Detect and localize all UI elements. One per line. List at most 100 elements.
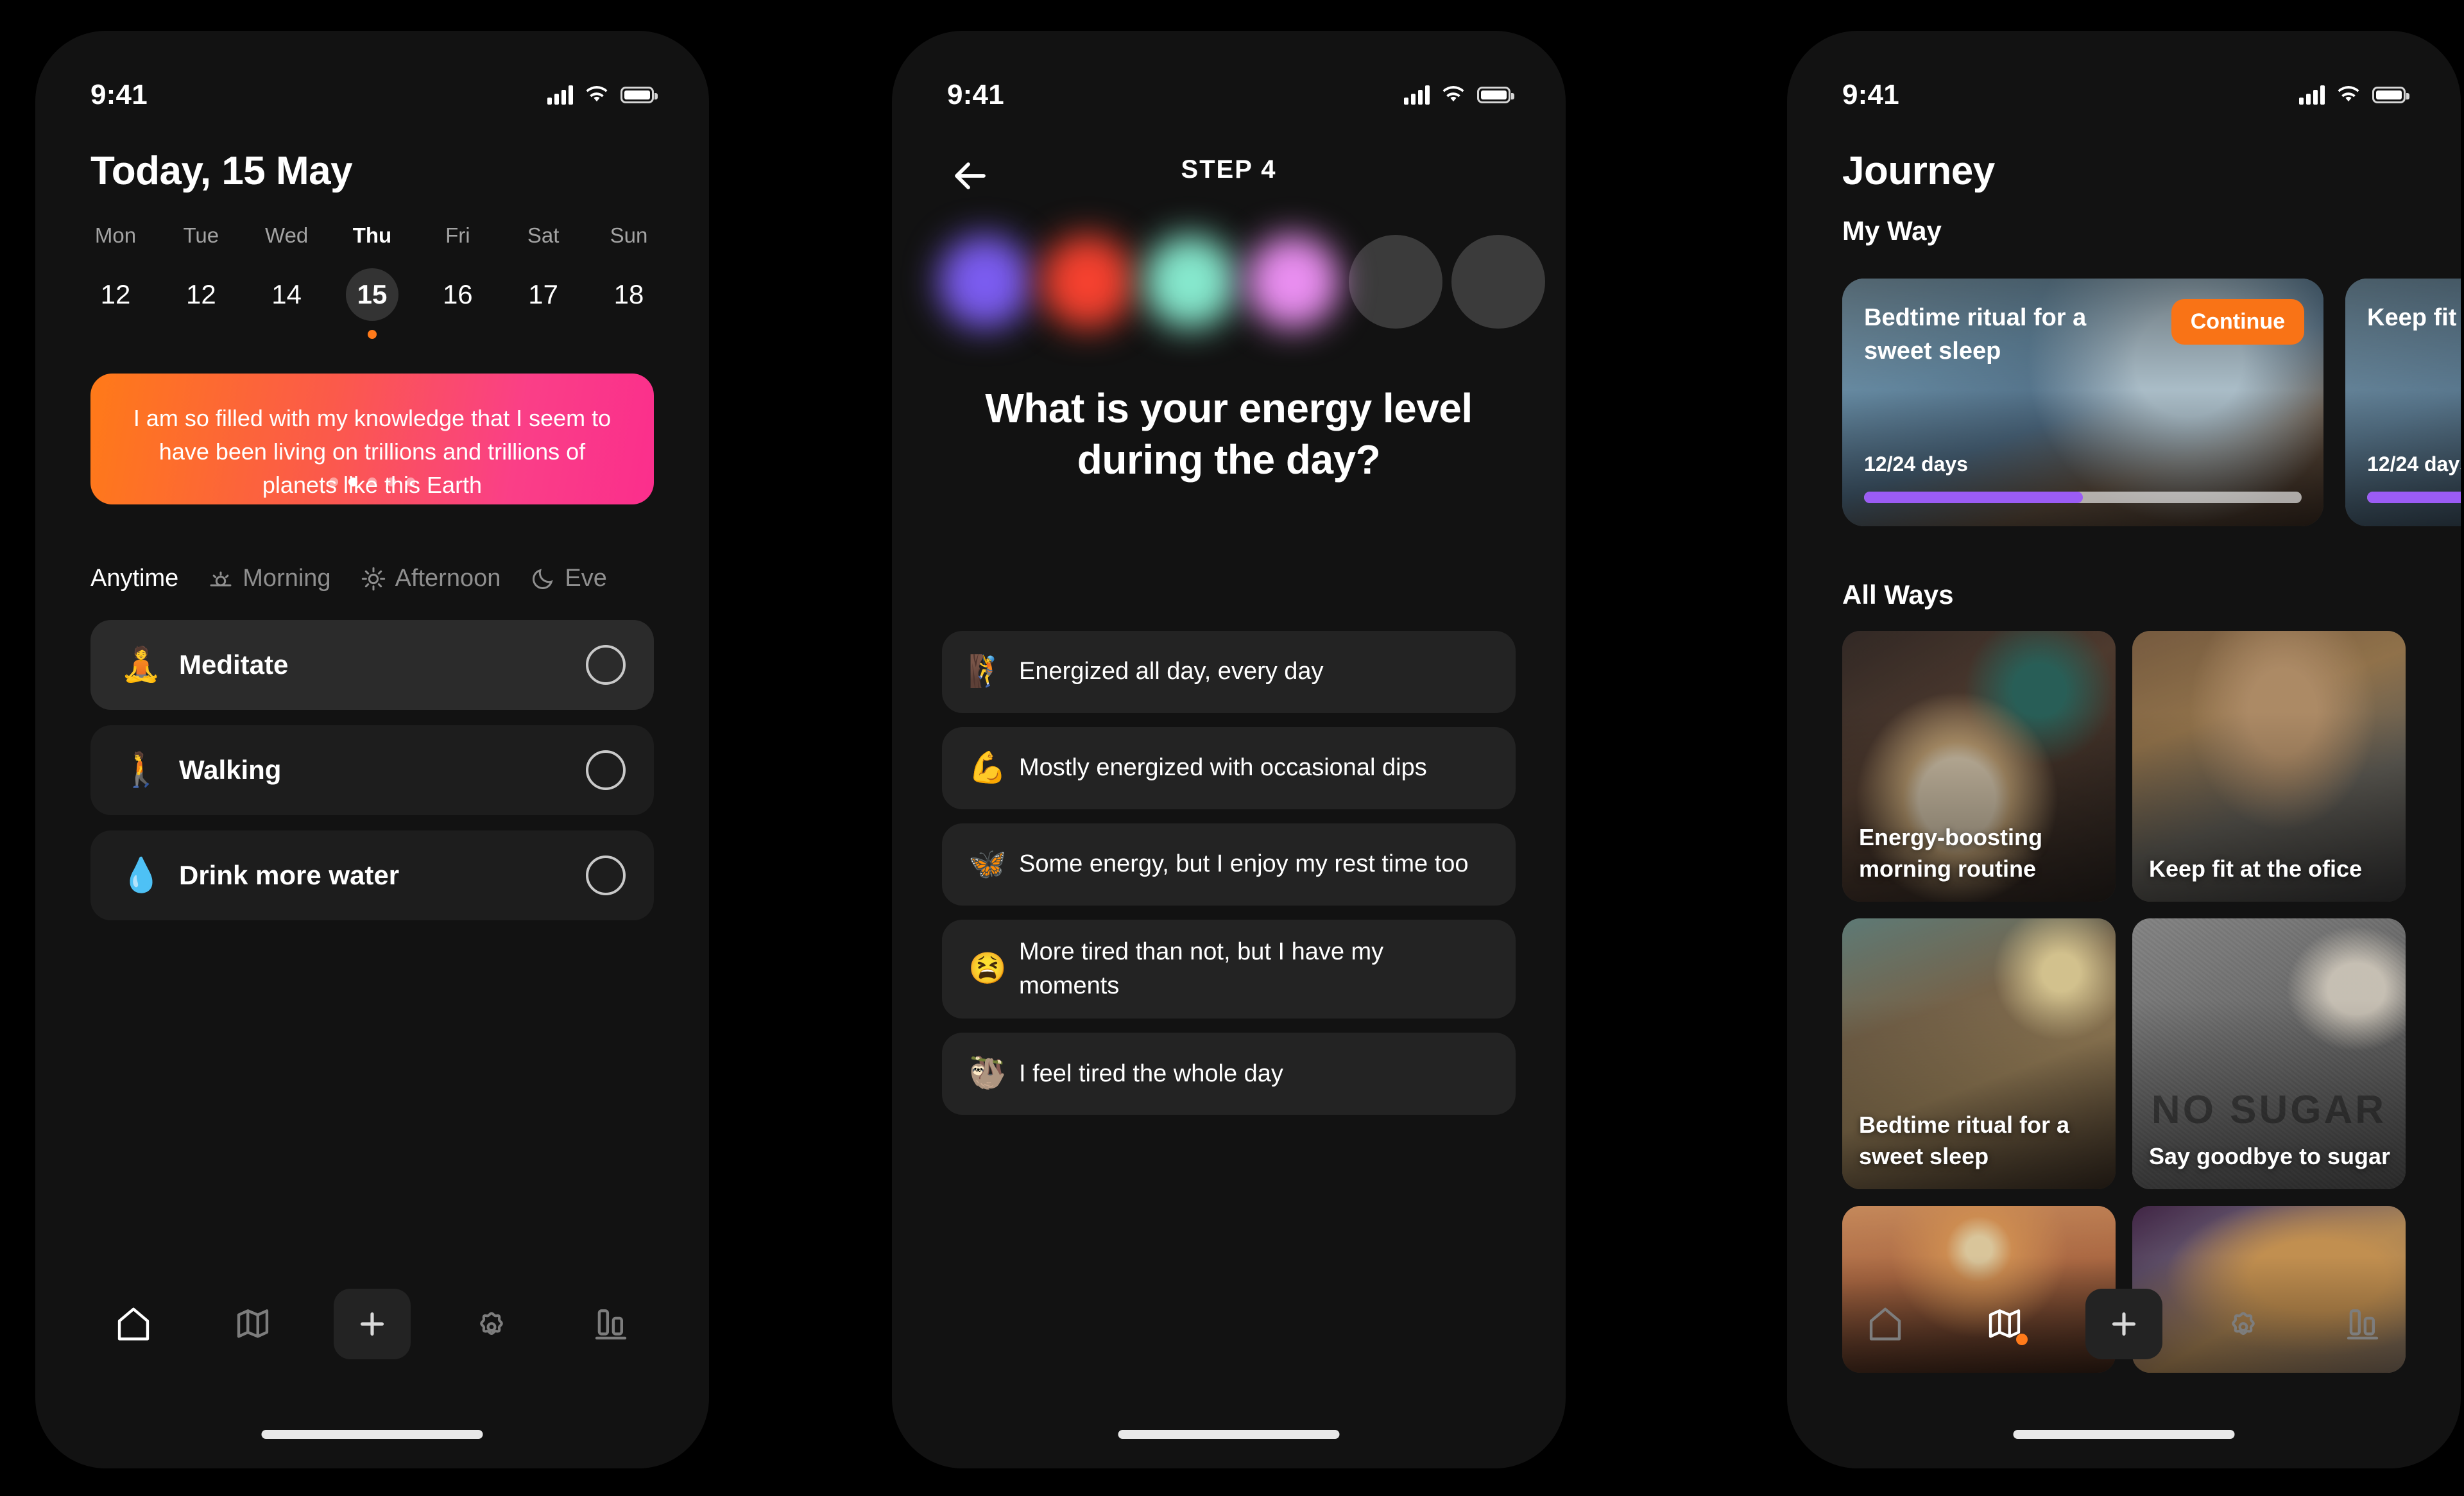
nav-home-button[interactable] (95, 1289, 172, 1359)
week-day-number: 12 (100, 279, 131, 309)
my-way-card-bedtime[interactable]: Bedtime ritual for a sweet sleep Continu… (1842, 279, 2323, 526)
answer-label: Energized all day, every day (1019, 658, 1324, 685)
task-emoji: 🚶 (120, 752, 162, 789)
phone-journey-screen: 9:41 Journey My Way Bedtime ritual for a… (1787, 31, 2461, 1468)
wifi-icon (1441, 86, 1466, 104)
nav-add-button[interactable] (2085, 1289, 2162, 1359)
nav-stats-button[interactable] (572, 1289, 649, 1359)
week-day-wed[interactable]: Wed 14 (246, 223, 327, 339)
card-progress-bar (1864, 492, 2302, 503)
all-ways-card-morning-routine[interactable]: Energy-boosting morning routine (1842, 631, 2116, 902)
card-days-count: 12/24 days (2367, 452, 2461, 476)
nav-map-button[interactable] (1966, 1289, 2043, 1359)
week-day-name: Wed (265, 223, 309, 247)
task-row-drink-more-water[interactable]: 💧 Drink more water (90, 830, 654, 920)
all-ways-card-bedtime-ritual[interactable]: Bedtime ritual for a sweet sleep (1842, 918, 2116, 1189)
phone1-screen: 9:41 Today, 15 May Mon 12 Tue 12 Wed 14 … (35, 31, 709, 1468)
week-day-number: 18 (613, 279, 644, 309)
task-row-meditate[interactable]: 🧘 Meditate (90, 620, 654, 710)
task-row-walking[interactable]: 🚶 Walking (90, 725, 654, 815)
status-bar-time: 9:41 (1842, 79, 1899, 110)
week-day-thu-selected[interactable]: Thu 15 (332, 223, 413, 339)
status-bar: 9:41 (892, 31, 1566, 121)
answer-option-2[interactable]: 💪 Mostly energized with occasional dips (942, 727, 1516, 809)
page-title: Journey (1842, 149, 1995, 193)
bottom-nav-bar (35, 1282, 709, 1366)
nav-stats-button[interactable] (2324, 1289, 2401, 1359)
task-emoji: 💧 (120, 857, 162, 894)
continue-button[interactable]: Continue (2171, 299, 2304, 345)
battery-full-icon (1477, 87, 1514, 103)
tab-evening[interactable]: Eve (530, 565, 607, 592)
week-day-name: Thu (352, 223, 392, 247)
nav-map-badge-dot (2016, 1334, 2028, 1345)
carousel-dot[interactable] (387, 477, 396, 486)
carousel-dot[interactable] (368, 477, 377, 486)
home-indicator (1118, 1430, 1340, 1439)
week-day-sat[interactable]: Sat 17 (503, 223, 584, 339)
all-ways-card-keep-fit-office[interactable]: Keep fit at the ofice (2132, 631, 2406, 902)
tab-anytime[interactable]: Anytime (90, 565, 178, 592)
sunrise-icon (208, 566, 234, 592)
sun-icon (361, 566, 386, 592)
week-strip: Mon 12 Tue 12 Wed 14 Thu 15 Fri 16 Sat 1… (75, 223, 669, 339)
nav-map-button[interactable] (214, 1289, 291, 1359)
week-day-number: 12 (185, 279, 216, 309)
my-way-carousel[interactable]: Bedtime ritual for a sweet sleep Continu… (1842, 279, 2461, 526)
card-title: Say goodbye to sugar (2149, 1143, 2391, 1170)
tab-morning-label: Morning (243, 565, 331, 592)
nav-home-button[interactable] (1847, 1289, 1924, 1359)
tab-morning[interactable]: Morning (208, 565, 331, 592)
phone-quiz-screen: 9:41 STEP 4 What is your energy level du… (892, 31, 1566, 1468)
progress-blob-2 (1041, 235, 1134, 329)
carousel-dot[interactable] (406, 477, 415, 486)
nav-settings-button[interactable] (2205, 1289, 2282, 1359)
answer-option-4[interactable]: 😫 More tired than not, but I have my mom… (942, 920, 1516, 1019)
answer-option-5[interactable]: 🦥 I feel tired the whole day (942, 1033, 1516, 1115)
progress-blob-4 (1246, 235, 1340, 329)
phone2-screen: 9:41 STEP 4 What is your energy level du… (892, 31, 1566, 1468)
card-title: Keep fit at the ofice (2149, 855, 2363, 882)
tab-afternoon[interactable]: Afternoon (361, 565, 501, 592)
section-title-my-way: My Way (1842, 216, 1942, 246)
week-day-number: 15 (345, 268, 398, 321)
cellular-bars-icon (2299, 85, 2325, 105)
task-complete-checkbox[interactable] (586, 750, 626, 790)
task-list: 🧘 Meditate 🚶 Walking 💧 Drink more water (90, 620, 654, 920)
phone-today-screen: 9:41 Today, 15 May Mon 12 Tue 12 Wed 14 … (35, 31, 709, 1468)
step-label: STEP 4 (1181, 155, 1277, 184)
answer-option-1[interactable]: 🧗 Energized all day, every day (942, 631, 1516, 713)
carousel-dot[interactable] (329, 477, 338, 486)
wifi-icon (2336, 86, 2361, 104)
week-day-dot (367, 330, 377, 339)
answer-emoji: 🧗 (968, 655, 1007, 689)
my-way-card-keep-fit[interactable]: Keep fit a 12/24 days (2345, 279, 2461, 526)
nav-add-button[interactable] (334, 1289, 411, 1359)
week-day-dot (282, 330, 291, 339)
task-complete-checkbox[interactable] (586, 855, 626, 895)
plus-icon (352, 1304, 392, 1344)
quote-card[interactable]: I am so filled with my knowledge that I … (90, 374, 654, 504)
carousel-dot-active[interactable] (348, 477, 357, 486)
week-day-tue[interactable]: Tue 12 (160, 223, 241, 339)
answer-emoji: 💪 (968, 751, 1007, 785)
nav-settings-button[interactable] (453, 1289, 530, 1359)
week-day-name: Sun (610, 223, 648, 247)
stats-icon (2343, 1304, 2383, 1344)
status-bar-time: 9:41 (947, 79, 1004, 110)
quote-text: I am so filled with my knowledge that I … (133, 405, 612, 498)
week-day-fri[interactable]: Fri 16 (417, 223, 498, 339)
week-day-mon[interactable]: Mon 12 (75, 223, 156, 339)
progress-blob-5 (1349, 235, 1442, 329)
answer-option-3[interactable]: 🦋 Some energy, but I enjoy my rest time … (942, 823, 1516, 906)
tab-afternoon-label: Afternoon (395, 565, 501, 592)
week-day-sun[interactable]: Sun 18 (588, 223, 669, 339)
tab-evening-label: Eve (565, 565, 607, 592)
cellular-bars-icon (1404, 85, 1430, 105)
all-ways-card-goodbye-sugar[interactable]: NO SUGAR Say goodbye to sugar (2132, 918, 2406, 1189)
card-title: Keep fit a (2367, 304, 2461, 331)
all-ways-grid: Energy-boosting morning routine Keep fit… (1842, 631, 2406, 1373)
answer-emoji: 🦥 (968, 1056, 1007, 1091)
phone3-screen: 9:41 Journey My Way Bedtime ritual for a… (1787, 31, 2461, 1468)
task-complete-checkbox[interactable] (586, 645, 626, 685)
